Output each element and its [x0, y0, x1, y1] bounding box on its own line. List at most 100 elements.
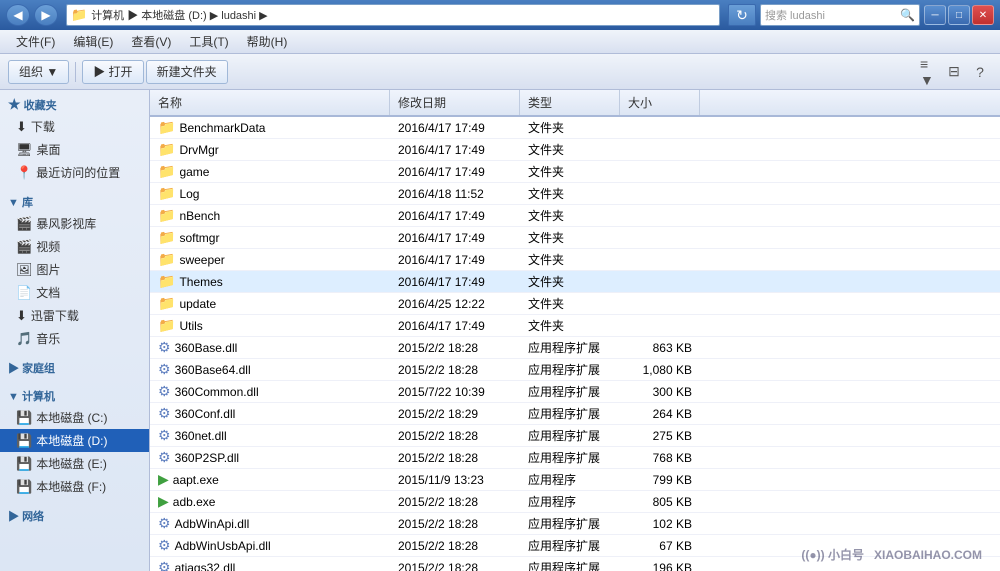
- desktop-icon: 🖥: [16, 142, 33, 158]
- sidebar-item-video[interactable]: 🎬 视频: [0, 235, 149, 258]
- table-row[interactable]: ⚙ 360net.dll 2015/2/2 18:28 应用程序扩展 275 K…: [150, 425, 1000, 447]
- file-type: 文件夹: [520, 161, 620, 182]
- search-icon: 🔍: [900, 8, 915, 22]
- table-row[interactable]: 📁 sweeper 2016/4/17 17:49 文件夹: [150, 249, 1000, 271]
- file-date: 2016/4/17 17:49: [390, 317, 520, 335]
- sidebar-item-music[interactable]: 🎵 音乐: [0, 327, 149, 350]
- file-date: 2015/2/2 18:28: [390, 559, 520, 571]
- file-name-cell: ▶ adb.exe: [150, 491, 390, 512]
- file-date: 2015/2/2 18:28: [390, 339, 520, 357]
- file-name: Themes: [179, 275, 222, 289]
- file-date: 2015/11/9 13:23: [390, 471, 520, 489]
- file-name-cell: 📁 Themes: [150, 271, 390, 292]
- column-type[interactable]: 类型: [520, 90, 620, 115]
- drive-f-icon: 💾: [16, 479, 32, 495]
- column-date[interactable]: 修改日期: [390, 90, 520, 115]
- column-name[interactable]: 名称: [150, 90, 390, 115]
- view-button[interactable]: ≡ ▼: [916, 60, 940, 84]
- file-type: 文件夹: [520, 293, 620, 314]
- view-toggle[interactable]: ⊟: [942, 60, 966, 84]
- file-name: 360Common.dll: [175, 385, 259, 399]
- address-bar[interactable]: 📁 计算机 ▶ 本地磁盘 (D:) ▶ ludashi ▶: [66, 4, 720, 26]
- sidebar-item-drive-c[interactable]: 💾 本地磁盘 (C:): [0, 406, 149, 429]
- table-row[interactable]: 📁 Log 2016/4/18 11:52 文件夹: [150, 183, 1000, 205]
- file-icon: 📁: [158, 185, 175, 202]
- file-size: 805 KB: [620, 493, 700, 511]
- file-size: [620, 170, 700, 174]
- search-box[interactable]: 搜索 ludashi 🔍: [760, 4, 920, 26]
- table-row[interactable]: 📁 update 2016/4/25 12:22 文件夹: [150, 293, 1000, 315]
- file-icon: ▶: [158, 471, 169, 488]
- sidebar-item-recent[interactable]: 📍 最近访问的位置: [0, 161, 149, 184]
- organize-button[interactable]: 组织 ▼: [8, 60, 69, 84]
- sidebar-item-drive-d[interactable]: 💾 本地磁盘 (D:): [0, 429, 149, 452]
- file-size: 264 KB: [620, 405, 700, 423]
- file-icon: ⚙: [158, 537, 171, 554]
- new-folder-button[interactable]: 新建文件夹: [146, 60, 228, 84]
- file-name-cell: 📁 update: [150, 293, 390, 314]
- close-button[interactable]: ✕: [972, 5, 994, 25]
- sidebar-item-pictures[interactable]: 🖼 图片: [0, 258, 149, 281]
- menu-view[interactable]: 查看(V): [123, 29, 179, 54]
- file-name: game: [179, 165, 209, 179]
- file-type: 文件夹: [520, 271, 620, 292]
- column-size[interactable]: 大小: [620, 90, 700, 115]
- menu-file[interactable]: 文件(F): [8, 29, 63, 54]
- table-row[interactable]: 📁 Themes 2016/4/17 17:49 文件夹: [150, 271, 1000, 293]
- file-size: 102 KB: [620, 515, 700, 533]
- file-size: 196 KB: [620, 559, 700, 571]
- table-row[interactable]: 📁 BenchmarkData 2016/4/17 17:49 文件夹: [150, 117, 1000, 139]
- table-row[interactable]: 📁 Utils 2016/4/17 17:49 文件夹: [150, 315, 1000, 337]
- help-button[interactable]: ?: [968, 60, 992, 84]
- file-name: aapt.exe: [173, 473, 219, 487]
- sidebar-item-download[interactable]: ⬇ 下载: [0, 115, 149, 138]
- table-row[interactable]: 📁 softmgr 2016/4/17 17:49 文件夹: [150, 227, 1000, 249]
- sidebar-label-drive-c: 本地磁盘 (C:): [36, 409, 107, 426]
- file-icon: 📁: [158, 141, 175, 158]
- open-button[interactable]: ▶ 打开: [82, 60, 143, 84]
- file-date: 2015/7/22 10:39: [390, 383, 520, 401]
- refresh-button[interactable]: ↻: [728, 4, 756, 26]
- file-size: 275 KB: [620, 427, 700, 445]
- menu-help[interactable]: 帮助(H): [239, 29, 296, 54]
- table-row[interactable]: 📁 DrvMgr 2016/4/17 17:49 文件夹: [150, 139, 1000, 161]
- file-date: 2016/4/17 17:49: [390, 273, 520, 291]
- file-name-cell: ⚙ 360net.dll: [150, 425, 390, 446]
- table-row[interactable]: ▶ aapt.exe 2015/11/9 13:23 应用程序 799 KB: [150, 469, 1000, 491]
- network-header: ▶ 网络: [0, 502, 149, 526]
- sidebar-label-download: 下载: [31, 118, 55, 135]
- file-date: 2015/2/2 18:28: [390, 537, 520, 555]
- table-row[interactable]: ⚙ 360Conf.dll 2015/2/2 18:29 应用程序扩展 264 …: [150, 403, 1000, 425]
- sidebar-item-drive-f[interactable]: 💾 本地磁盘 (F:): [0, 475, 149, 498]
- table-row[interactable]: ⚙ 360Base.dll 2015/2/2 18:28 应用程序扩展 863 …: [150, 337, 1000, 359]
- menu-bar: 文件(F) 编辑(E) 查看(V) 工具(T) 帮助(H): [0, 30, 1000, 54]
- file-name: Log: [179, 187, 199, 201]
- table-row[interactable]: ⚙ 360Base64.dll 2015/2/2 18:28 应用程序扩展 1,…: [150, 359, 1000, 381]
- file-size: 799 KB: [620, 471, 700, 489]
- table-row[interactable]: ▶ adb.exe 2015/2/2 18:28 应用程序 805 KB: [150, 491, 1000, 513]
- table-row[interactable]: ⚙ 360P2SP.dll 2015/2/2 18:28 应用程序扩展 768 …: [150, 447, 1000, 469]
- forward-button[interactable]: ▶: [34, 4, 58, 26]
- sidebar-item-documents[interactable]: 📄 文档: [0, 281, 149, 304]
- file-name: DrvMgr: [179, 143, 218, 157]
- file-name: BenchmarkData: [179, 121, 265, 135]
- back-button[interactable]: ◀: [6, 4, 30, 26]
- maximize-button[interactable]: □: [948, 5, 970, 25]
- sidebar-item-drive-e[interactable]: 💾 本地磁盘 (E:): [0, 452, 149, 475]
- favorites-section: ★ 收藏夹 ⬇ 下载 🖥 桌面 📍 最近访问的位置: [0, 90, 149, 184]
- table-row[interactable]: 📁 nBench 2016/4/17 17:49 文件夹: [150, 205, 1000, 227]
- table-row[interactable]: ⚙ 360Common.dll 2015/7/22 10:39 应用程序扩展 3…: [150, 381, 1000, 403]
- menu-edit[interactable]: 编辑(E): [65, 29, 121, 54]
- table-row[interactable]: ⚙ AdbWinUsbApi.dll 2015/2/2 18:28 应用程序扩展…: [150, 535, 1000, 557]
- table-row[interactable]: ⚙ AdbWinApi.dll 2015/2/2 18:28 应用程序扩展 10…: [150, 513, 1000, 535]
- sidebar-item-desktop[interactable]: 🖥 桌面: [0, 138, 149, 161]
- toolbar: 组织 ▼ ▶ 打开 新建文件夹 ≡ ▼ ⊟ ?: [0, 54, 1000, 90]
- menu-tools[interactable]: 工具(T): [181, 29, 236, 54]
- file-name-cell: 📁 Log: [150, 183, 390, 204]
- minimize-button[interactable]: ─: [924, 5, 946, 25]
- sidebar-item-thunder[interactable]: ⬇ 迅雷下载: [0, 304, 149, 327]
- sidebar-item-baofeng[interactable]: 🎬 暴风影视库: [0, 212, 149, 235]
- table-row[interactable]: ⚙ atiags32.dll 2015/2/2 18:28 应用程序扩展 196…: [150, 557, 1000, 571]
- file-name: 360net.dll: [175, 429, 227, 443]
- table-row[interactable]: 📁 game 2016/4/17 17:49 文件夹: [150, 161, 1000, 183]
